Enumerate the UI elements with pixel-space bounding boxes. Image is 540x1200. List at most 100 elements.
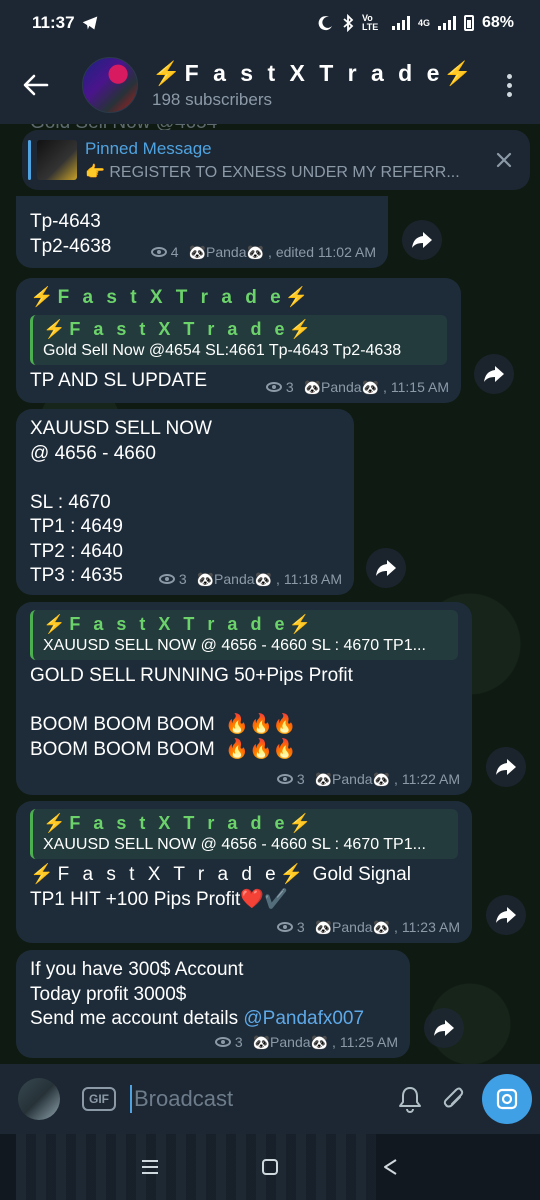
back-button[interactable]: [16, 65, 56, 105]
message-list[interactable]: Gold Sell Now @4654 Tp-4643 Tp2-4638 4 🐼…: [0, 124, 540, 1064]
message-meta: 3 🐼Panda🐼, 11:18 AM: [158, 567, 342, 592]
send-as-avatar[interactable]: [18, 1078, 60, 1120]
pinned-indicator: [28, 140, 31, 180]
pinned-title: Pinned Message: [85, 138, 212, 158]
home-button[interactable]: [250, 1147, 290, 1187]
message-bubble[interactable]: ⚡F a s t X T r a d e⚡ XAUUSD SELL NOW @ …: [16, 602, 472, 795]
close-icon: [496, 152, 512, 168]
share-icon: [434, 1020, 454, 1036]
message-meta: 3 🐼Panda🐼, 11:25 AM: [214, 1030, 398, 1055]
message-line: Tp-4643: [30, 211, 101, 232]
message-bubble[interactable]: Tp-4643 Tp2-4638 4 🐼Panda🐼, edited 11:02…: [16, 196, 388, 268]
paperclip-icon: [443, 1087, 464, 1108]
reply-title: ⚡F a s t X T r a d e⚡: [43, 318, 315, 339]
message-line: @ 4656 - 4660: [30, 442, 156, 464]
camera-icon: [496, 1088, 518, 1110]
share-button[interactable]: [402, 220, 442, 260]
subscriber-count: 198 subscribers: [152, 90, 273, 109]
message-bubble[interactable]: ⚡F a s t X T r a d e⚡ XAUUSD SELL NOW @ …: [16, 801, 472, 943]
menu-lines-icon: [142, 1160, 158, 1174]
share-icon: [496, 759, 516, 775]
view-count: 3: [178, 570, 187, 587]
share-button[interactable]: [486, 747, 526, 787]
network-label: 4G: [417, 17, 430, 28]
message-author: 🐼Panda🐼: [314, 770, 390, 787]
reply-quote[interactable]: ⚡F a s t X T r a d e⚡ Gold Sell Now @465…: [30, 314, 447, 365]
reply-text: XAUUSD SELL NOW @ 4656 - 4660 SL : 4670 …: [43, 637, 426, 654]
reply-text: Gold Sell Now @4654 SL:4661 Tp-4643 Tp2-…: [43, 341, 402, 359]
back-nav-button[interactable]: [370, 1147, 410, 1187]
bell-icon: [399, 1087, 421, 1113]
battery-icon: [463, 15, 474, 31]
share-icon: [484, 366, 504, 382]
message-bubble[interactable]: ⚡F a s t X T r a d e⚡ ⚡F a s t X T r a d…: [16, 278, 461, 403]
share-icon: [376, 560, 396, 576]
signal-icon-2: [437, 16, 456, 30]
view-count: 3: [234, 1033, 243, 1050]
message-time: 11:15 AM: [390, 378, 449, 395]
message-line: SL : 4670: [30, 491, 111, 513]
message-line: Today profit 3000$: [30, 983, 187, 1005]
message-meta: 3 🐼Panda🐼, 11:23 AM: [276, 915, 460, 940]
message-meta: 3 🐼Panda🐼, 11:15 AM: [265, 375, 449, 400]
view-count: 3: [285, 378, 294, 395]
message-line: GOLD SELL RUNNING 50+Pips Profit: [30, 665, 353, 686]
attach-button[interactable]: [432, 1077, 476, 1121]
recent-apps-button[interactable]: [130, 1147, 170, 1187]
more-options-button[interactable]: [494, 65, 524, 105]
message-bubble[interactable]: XAUUSD SELL NOW @ 4656 - 4660 SL : 4670 …: [16, 409, 354, 595]
view-count: 4: [170, 243, 179, 260]
view-count: 3: [296, 770, 305, 787]
channel-avatar[interactable]: [82, 57, 138, 113]
eye-icon: [265, 381, 282, 392]
message-meta: 3 🐼Panda🐼, 11:22 AM: [276, 767, 460, 792]
eye-icon: [276, 921, 293, 932]
pinned-text: 👉 REGISTER TO EXNESS UNDER MY REFERR...: [85, 163, 460, 181]
share-button[interactable]: [424, 1008, 464, 1048]
message-line: [30, 689, 458, 714]
message-time: 11:18 AM: [283, 570, 342, 587]
camera-button[interactable]: [482, 1074, 532, 1124]
share-button[interactable]: [486, 895, 526, 935]
eye-icon: [150, 246, 167, 257]
notification-toggle-button[interactable]: [388, 1077, 432, 1121]
reply-title: ⚡F a s t X T r a d e⚡: [43, 813, 315, 833]
reply-text: XAUUSD SELL NOW @ 4656 - 4660 SL : 4670 …: [43, 836, 426, 853]
arrow-left-icon: [23, 74, 49, 96]
broadcast-input[interactable]: Broadcast: [130, 1085, 388, 1113]
pinned-message-bar[interactable]: Pinned Message 👉 REGISTER TO EXNESS UNDE…: [22, 130, 530, 190]
reply-title: ⚡F a s t X T r a d e⚡: [43, 614, 315, 634]
bluetooth-icon: [343, 14, 354, 32]
reply-quote[interactable]: ⚡F a s t X T r a d e⚡ XAUUSD SELL NOW @ …: [30, 809, 458, 859]
message-time: 11:25 AM: [339, 1033, 398, 1050]
share-button[interactable]: [366, 548, 406, 588]
username-link[interactable]: @Pandafx007: [243, 1008, 364, 1029]
channel-info[interactable]: ⚡F a s t X T r a d e⚡ 198 subscribers: [152, 60, 494, 110]
reply-quote[interactable]: ⚡F a s t X T r a d e⚡ XAUUSD SELL NOW @ …: [30, 610, 458, 660]
message-input-bar: GIF Broadcast: [0, 1064, 540, 1134]
message-line: [30, 466, 340, 491]
message-bubble[interactable]: If you have 300$ Account Today profit 30…: [16, 950, 410, 1058]
signal-icon: [391, 16, 410, 30]
message-time: edited 11:02 AM: [275, 243, 376, 260]
system-nav-bar: [0, 1134, 540, 1200]
status-time: 11:37: [32, 13, 75, 32]
signal-brand: ⚡F a s t X T r a d e⚡: [30, 864, 308, 885]
message-time: 11:22 AM: [401, 770, 460, 787]
message-line: BOOM BOOM BOOM 🔥🔥🔥: [30, 738, 297, 760]
chat-header: ⚡F a s t X T r a d e⚡ 198 subscribers: [0, 46, 540, 124]
close-pinned-button[interactable]: [492, 148, 516, 172]
message-line: ⚡F a s t X T r a d e⚡ Gold Signal: [30, 863, 458, 888]
message-line: Send me account details @Pandafx007: [30, 1007, 396, 1032]
message-meta: 4 🐼Panda🐼, edited 11:02 AM: [150, 240, 376, 265]
message-line: TP1 HIT +100 Pips Profit❤️✔️: [30, 888, 288, 910]
view-count: 3: [296, 918, 305, 935]
message-sender: ⚡F a s t X T r a d e⚡: [30, 287, 313, 308]
message-line: If you have 300$ Account: [30, 959, 244, 980]
status-bar: 11:37 Vo LTE 4G 68%: [0, 0, 540, 46]
channel-title: ⚡F a s t X T r a d e⚡: [152, 60, 477, 86]
message-author: 🐼Panda🐼: [188, 243, 264, 260]
gif-button[interactable]: GIF: [82, 1087, 116, 1111]
share-button[interactable]: [474, 354, 514, 394]
eye-icon: [214, 1036, 231, 1047]
